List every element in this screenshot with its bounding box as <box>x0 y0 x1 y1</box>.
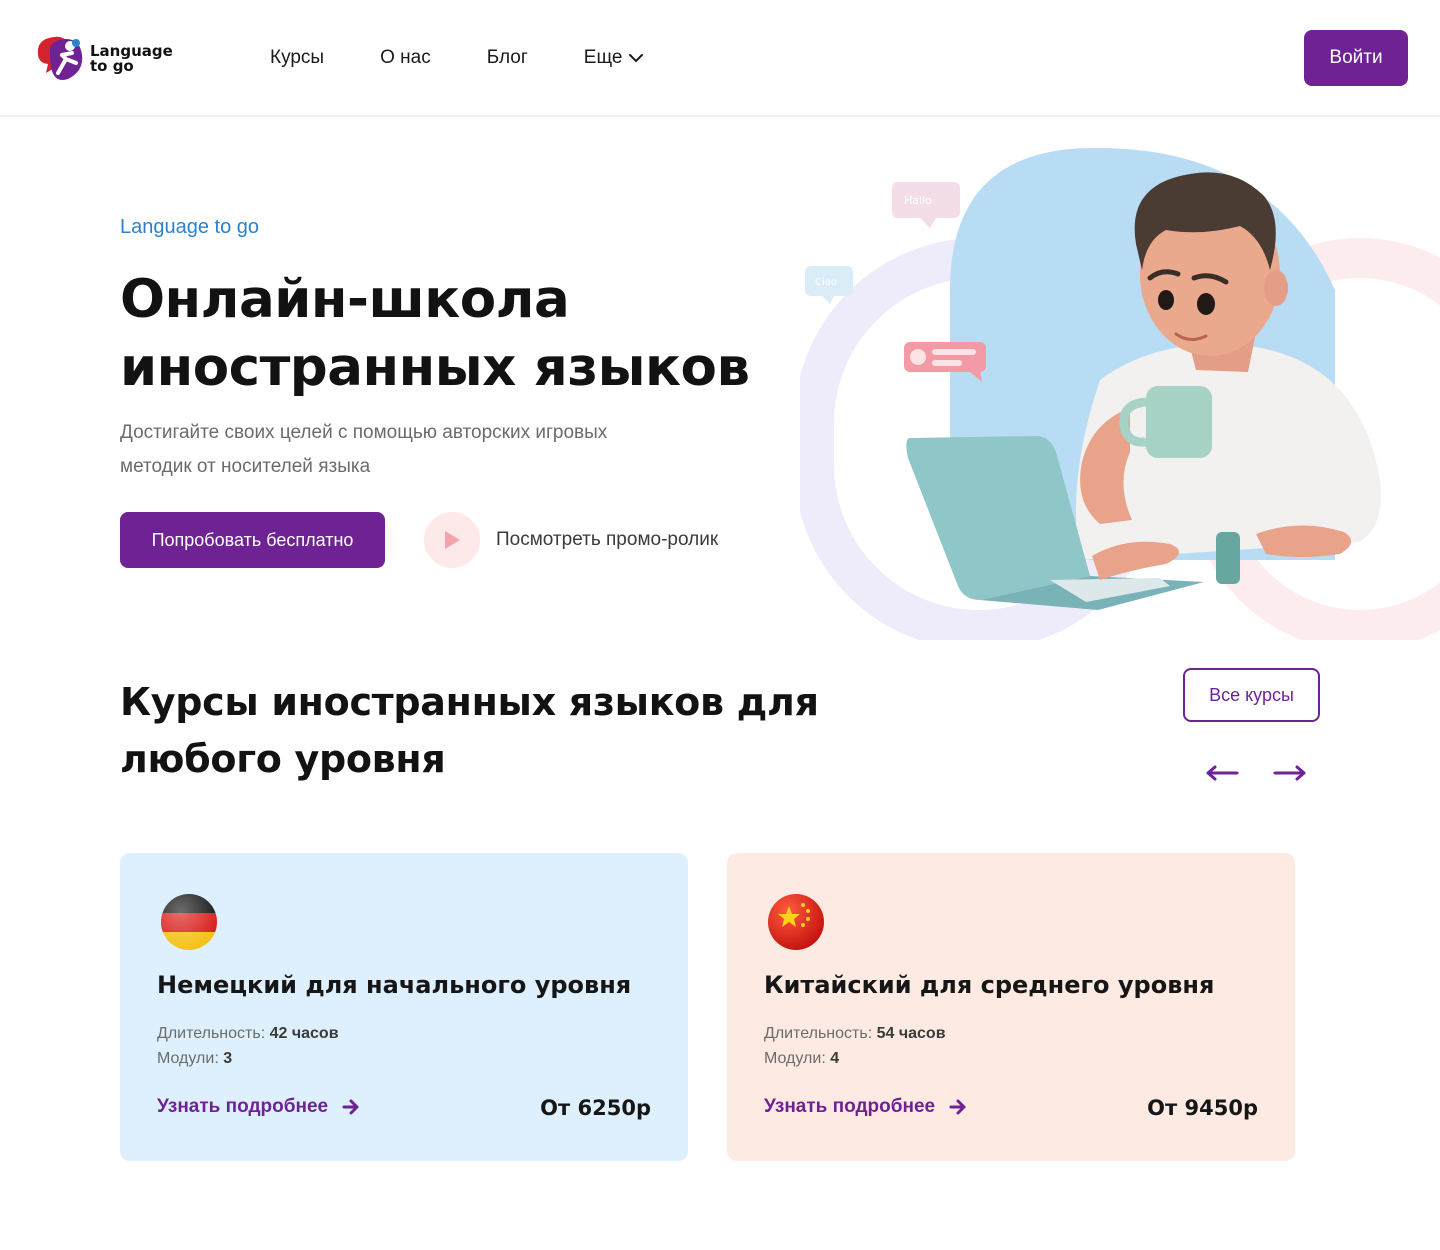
arrow-right-icon <box>342 1099 359 1115</box>
course-card-chinese[interactable]: Китайский для среднего уровня Длительнос… <box>727 853 1295 1161</box>
nav-item-blog[interactable]: Блог <box>487 44 528 72</box>
logo-line2: to go <box>90 57 134 75</box>
arrow-right-icon <box>949 1099 966 1115</box>
logo[interactable]: Language to go <box>32 32 202 86</box>
nav-item-about[interactable]: О нас <box>380 44 431 72</box>
hero-subtitle: Достигайте своих целей с помощью авторск… <box>120 422 608 477</box>
duration-value: 54 часов <box>876 1025 946 1042</box>
play-icon <box>424 512 480 568</box>
hero-eyebrow: Language to go <box>120 216 260 238</box>
germany-flag-icon <box>160 893 218 951</box>
modules-label: Модули: <box>764 1050 826 1067</box>
course-duration: Длительность: 42 часов <box>157 1025 339 1043</box>
arrow-right-icon[interactable] <box>1270 758 1310 788</box>
course-duration: Длительность: 54 часов <box>764 1025 946 1043</box>
china-flag-icon <box>767 893 825 951</box>
course-modules: Модули: 4 <box>764 1050 839 1068</box>
login-button[interactable]: Войти <box>1304 30 1408 86</box>
main-nav: Курсы О нас Блог Еще <box>270 44 700 72</box>
nav-item-courses[interactable]: Курсы <box>270 44 324 72</box>
duration-value: 42 часов <box>269 1025 339 1042</box>
duration-label: Длительность: <box>764 1025 873 1042</box>
chevron-down-icon <box>628 47 644 69</box>
course-modules: Модули: 3 <box>157 1050 232 1068</box>
course-title: Немецкий для начального уровня <box>157 971 632 999</box>
hero-title: Онлайн-школа иностранных языков <box>120 266 800 402</box>
modules-label: Модули: <box>157 1050 219 1067</box>
learn-more-label: Узнать подробнее <box>764 1096 936 1117</box>
all-courses-button[interactable]: Все курсы <box>1183 668 1320 722</box>
nav-item-more[interactable]: Еще <box>584 44 645 72</box>
logo-mark-icon <box>32 33 88 85</box>
course-price: От 6250р <box>540 1096 651 1120</box>
svg-text:Ciao: Ciao <box>815 277 837 288</box>
hero-title-line1: Онлайн-школа <box>120 269 570 330</box>
courses-title-line2: любого уровня <box>120 737 446 781</box>
hero-title-line2: иностранных языков <box>120 337 750 398</box>
promo-video-link[interactable]: Посмотреть промо-ролик <box>424 512 718 568</box>
logo-text: Language to go <box>90 44 173 74</box>
speech-bubble-hallo: Hallo <box>892 182 960 228</box>
site-header: Language to go Курсы О нас Блог Еще Войт… <box>0 0 1440 117</box>
modules-value: 4 <box>830 1050 840 1067</box>
try-free-button[interactable]: Попробовать бесплатно <box>120 512 385 568</box>
learn-more-link[interactable]: Узнать подробнее <box>764 1096 967 1118</box>
courses-title: Курсы иностранных языков для любого уров… <box>120 674 860 788</box>
learn-more-label: Узнать подробнее <box>157 1096 329 1117</box>
course-price: От 9450р <box>1147 1096 1258 1120</box>
courses-title-line1: Курсы иностранных языков для <box>120 680 819 724</box>
hero-illustration: Hallo Ciao <box>794 140 1440 650</box>
course-title: Китайский для среднего уровня <box>764 971 1215 999</box>
promo-label: Посмотреть промо-ролик <box>496 529 719 550</box>
modules-value: 3 <box>223 1050 233 1067</box>
arrow-left-icon[interactable] <box>1202 758 1242 788</box>
svg-text:Hallo: Hallo <box>904 194 932 207</box>
nav-item-more-label: Еще <box>583 47 623 68</box>
course-card-german[interactable]: Немецкий для начального уровня Длительно… <box>120 853 688 1161</box>
learn-more-link[interactable]: Узнать подробнее <box>157 1096 360 1118</box>
duration-label: Длительность: <box>157 1025 266 1042</box>
